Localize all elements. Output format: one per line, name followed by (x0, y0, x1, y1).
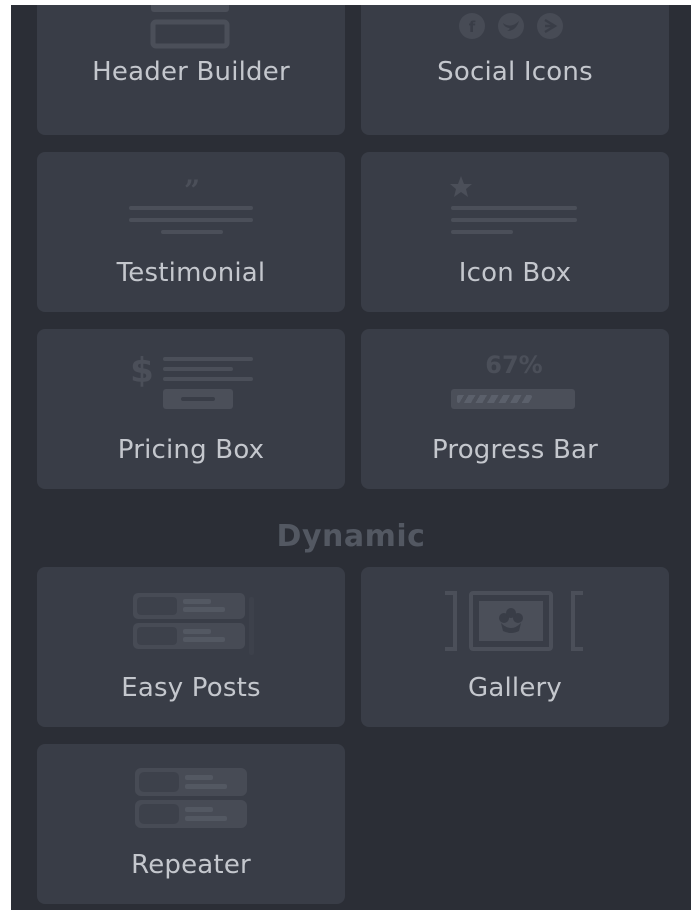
widget-label-testimonial: Testimonial (116, 258, 266, 288)
posts-list-icon (133, 593, 254, 655)
widget-label-pricing-box: Pricing Box (117, 435, 265, 465)
widget-tile-testimonial[interactable]: ” Testimonial (37, 152, 345, 312)
svg-text:$: $ (130, 351, 154, 391)
widget-label-header-builder: Header Builder (92, 57, 290, 87)
gallery-flower-icon (445, 591, 583, 651)
widget-tile-pricing-box[interactable]: $ Pricing Box (37, 329, 345, 489)
section-heading-dynamic: Dynamic (276, 519, 426, 554)
widget-label-icon-box: Icon Box (458, 258, 572, 288)
widget-label-easy-posts: Easy Posts (121, 673, 261, 703)
widget-label-progress-bar: Progress Bar (431, 435, 599, 465)
repeater-list-icon (135, 768, 247, 828)
progress-bar-icon: 67% (451, 351, 577, 411)
widget-tile-repeater[interactable]: Repeater (37, 744, 345, 904)
progress-track (451, 389, 575, 409)
widget-tile-icon-box[interactable]: Icon Box (361, 152, 669, 312)
progress-fill (457, 395, 532, 403)
social-icons-icon: f (459, 13, 563, 39)
dollar-lines-icon: $ (130, 351, 253, 409)
quote-lines-icon: ” (129, 178, 253, 234)
svg-text:f: f (469, 18, 476, 36)
svg-text:”: ” (184, 178, 200, 207)
star-lines-icon (450, 176, 577, 234)
widget-label-repeater: Repeater (131, 850, 251, 880)
widget-tile-header-builder[interactable]: Header Builder (37, 5, 345, 135)
widget-tile-social-icons[interactable]: f Social Icons (361, 5, 669, 135)
widget-tile-easy-posts[interactable]: Easy Posts (37, 567, 345, 727)
widget-label-gallery: Gallery (468, 673, 562, 703)
widget-tile-progress-bar[interactable]: 67% Progress Bar (361, 329, 669, 489)
widget-label-social-icons: Social Icons (437, 57, 593, 87)
widget-tile-gallery[interactable]: Gallery (361, 567, 669, 727)
widget-panel: Header Builder f Social Icons ” Testimon… (11, 5, 691, 910)
progress-percent-text: 67% (485, 351, 543, 379)
header-builder-icon (150, 5, 230, 49)
